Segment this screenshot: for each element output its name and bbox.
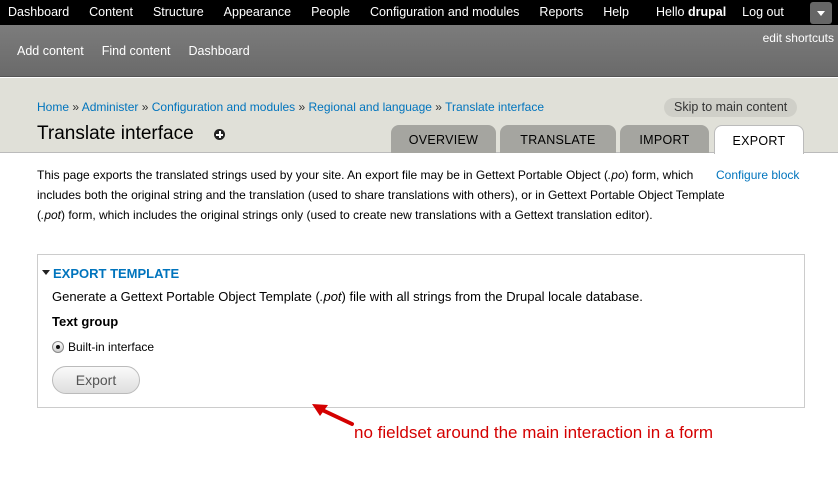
edit-shortcuts-link[interactable]: edit shortcuts	[763, 31, 834, 45]
toolbar-item-help[interactable]: Help	[593, 0, 639, 25]
export-template-fieldset: EXPORT TEMPLATE Generate a Gettext Porta…	[37, 254, 805, 408]
breadcrumb-home[interactable]: Home	[37, 100, 69, 114]
breadcrumb-separator: »	[69, 100, 82, 114]
help-text: This page exports the translated strings…	[37, 165, 727, 225]
toolbar-item-people[interactable]: People	[301, 0, 360, 25]
shortcut-dashboard[interactable]: Dashboard	[180, 25, 259, 77]
tab-import[interactable]: IMPORT	[620, 125, 709, 153]
text-group-label: Text group	[52, 314, 119, 329]
breadcrumb-administer[interactable]: Administer	[82, 100, 139, 114]
toolbar-item-appearance[interactable]: Appearance	[214, 0, 301, 25]
breadcrumb: Home » Administer » Configuration and mo…	[37, 100, 544, 114]
annotation-text: no fieldset around the main interaction …	[354, 423, 714, 442]
tab-overview[interactable]: OVERVIEW	[391, 125, 496, 153]
shortcut-links: Add content Find content Dashboard	[0, 25, 259, 77]
skip-to-main-link[interactable]: Skip to main content	[664, 98, 798, 117]
breadcrumb-translate[interactable]: Translate interface	[445, 100, 544, 114]
radio-option[interactable]: Built-in interface	[52, 339, 154, 355]
legend-label: EXPORT TEMPLATE	[53, 266, 180, 281]
shortcuts-bar: Add content Find content Dashboard edit …	[0, 25, 838, 77]
breadcrumb-separator: »	[431, 100, 446, 114]
collapse-caret-icon	[42, 270, 50, 276]
toolbar-item-configuration[interactable]: Configuration and modules	[360, 0, 529, 25]
radio-button[interactable]	[52, 341, 64, 353]
admin-toolbar: Dashboard Content Structure Appearance P…	[0, 0, 838, 25]
tab-export[interactable]: EXPORT	[714, 125, 804, 154]
logout-link[interactable]: Log out	[742, 0, 784, 25]
shortcut-find-content[interactable]: Find content	[93, 25, 180, 77]
radio-label[interactable]: Built-in interface	[68, 340, 154, 354]
breadcrumb-separator: »	[138, 100, 152, 114]
user-greeting: Hello drupal	[656, 0, 726, 25]
toolbar-item-reports[interactable]: Reports	[529, 0, 593, 25]
help-text-part: ) form, which includes the original stri…	[61, 208, 653, 222]
configure-block-link[interactable]: Configure block	[716, 165, 799, 185]
shortcut-add-content[interactable]: Add content	[0, 25, 93, 77]
help-text-part: This page exports the translated strings…	[37, 168, 608, 182]
add-shortcut-icon[interactable]	[214, 129, 225, 140]
help-text-pot: .pot	[41, 208, 62, 222]
toolbar-item-structure[interactable]: Structure	[143, 0, 214, 25]
breadcrumb-configuration[interactable]: Configuration and modules	[152, 100, 295, 114]
annotation-arrow-icon	[312, 404, 354, 426]
breadcrumb-separator: »	[295, 100, 309, 114]
toolbar-menu: Dashboard Content Structure Appearance P…	[0, 0, 639, 25]
toolbar-user: Hello drupal Log out	[656, 0, 784, 25]
description-pot: .pot	[319, 289, 342, 304]
breadcrumb-regional[interactable]: Regional and language	[309, 100, 432, 114]
user-name[interactable]: drupal	[688, 5, 726, 19]
fieldset-legend[interactable]: EXPORT TEMPLATE	[42, 266, 179, 281]
toolbar-item-content[interactable]: Content	[79, 0, 143, 25]
tab-translate[interactable]: TRANSLATE	[500, 125, 616, 153]
page-title: Translate interface	[37, 123, 194, 144]
description-part: ) file with all strings from the Drupal …	[341, 289, 643, 304]
toolbar-toggle-icon[interactable]	[810, 2, 832, 24]
help-text-po: .po	[607, 168, 625, 182]
toolbar-item-dashboard[interactable]: Dashboard	[0, 0, 79, 25]
greeting-prefix: Hello	[656, 5, 688, 19]
description-part: Generate a Gettext Portable Object Templ…	[52, 289, 320, 304]
fieldset-description: Generate a Gettext Portable Object Templ…	[52, 289, 643, 304]
export-button[interactable]: Export	[52, 366, 140, 394]
